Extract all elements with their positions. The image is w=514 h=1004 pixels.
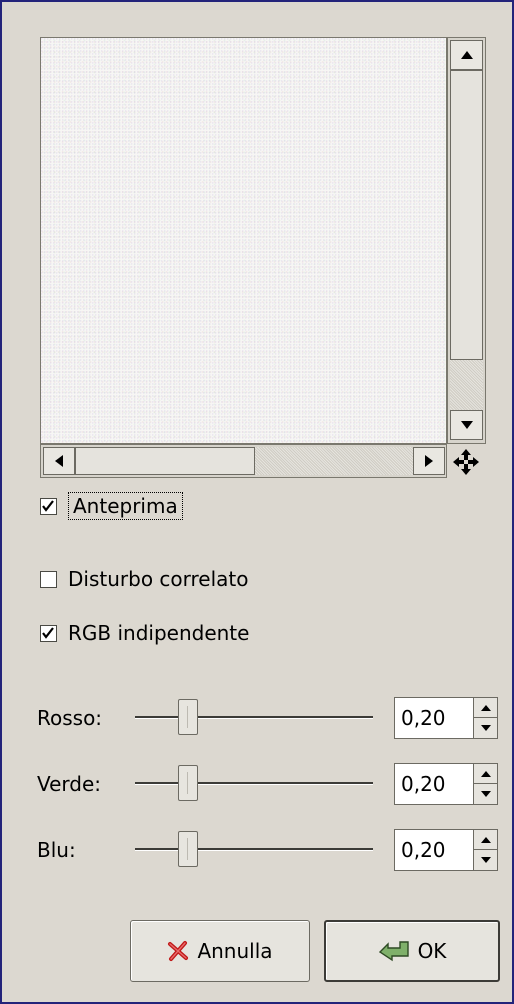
preview-label: Anteprima	[68, 492, 183, 520]
green-value[interactable]: 0,20	[401, 772, 446, 796]
arrow-left-icon	[55, 455, 63, 467]
vertical-scroll-thumb[interactable]	[450, 70, 483, 360]
green-increment-button[interactable]	[474, 764, 497, 784]
red-x-icon	[167, 940, 189, 962]
ok-button[interactable]: OK	[324, 920, 500, 982]
red-decrement-button[interactable]	[474, 718, 497, 738]
arrow-up-icon	[460, 51, 473, 59]
green-ok-icon	[378, 938, 410, 964]
red-increment-button[interactable]	[474, 698, 497, 718]
green-decrement-button[interactable]	[474, 784, 497, 804]
vertical-scroll-trough[interactable]	[450, 360, 483, 410]
blue-label: Blu:	[37, 838, 76, 862]
red-spin-field[interactable]: 0,20	[394, 697, 498, 739]
preview-canvas[interactable]	[40, 37, 447, 444]
arrow-down-icon	[480, 791, 491, 797]
scroll-down-button[interactable]	[450, 410, 483, 440]
arrow-up-icon	[480, 836, 491, 843]
preview-checkbox[interactable]	[40, 497, 57, 515]
arrow-down-icon	[480, 857, 491, 863]
dialog-window: Anteprima Disturbo correlato RGB indipen…	[0, 0, 514, 1004]
blue-slider-track[interactable]	[135, 848, 373, 851]
correlated-noise-toggle[interactable]: Disturbo correlato	[40, 567, 249, 591]
arrow-up-icon	[480, 770, 491, 777]
arrow-right-icon	[425, 455, 433, 467]
cancel-label: Annulla	[197, 939, 273, 963]
vertical-scrollbar[interactable]	[447, 37, 486, 444]
green-slider-thumb[interactable]	[178, 765, 198, 801]
blue-decrement-button[interactable]	[474, 850, 497, 870]
green-spin-field[interactable]: 0,20	[394, 763, 498, 805]
blue-increment-button[interactable]	[474, 830, 497, 850]
arrow-down-icon	[480, 725, 491, 731]
red-slider-thumb[interactable]	[178, 699, 198, 735]
correlated-noise-checkbox[interactable]	[40, 570, 57, 588]
green-spin-buttons[interactable]	[473, 764, 497, 804]
blue-value[interactable]: 0,20	[401, 838, 446, 862]
blue-spin-buttons[interactable]	[473, 830, 497, 870]
correlated-noise-label: Disturbo correlato	[68, 567, 249, 591]
arrow-down-icon	[460, 421, 473, 429]
independent-rgb-checkbox[interactable]	[40, 624, 57, 642]
red-label: Rosso:	[37, 706, 103, 730]
independent-rgb-label: RGB indipendente	[68, 621, 250, 645]
horizontal-scroll-thumb[interactable]	[75, 447, 255, 475]
ok-label: OK	[417, 939, 447, 963]
move-arrows-icon[interactable]	[451, 448, 481, 476]
red-slider-track[interactable]	[135, 716, 373, 719]
red-spin-buttons[interactable]	[473, 698, 497, 738]
blue-slider-thumb[interactable]	[178, 831, 198, 867]
blue-spin-field[interactable]: 0,20	[394, 829, 498, 871]
horizontal-scroll-trough[interactable]	[255, 447, 415, 475]
green-label: Verde:	[37, 772, 102, 796]
horizontal-scrollbar[interactable]	[40, 444, 447, 478]
scroll-right-button[interactable]	[413, 447, 445, 475]
arrow-up-icon	[480, 704, 491, 711]
scroll-up-button[interactable]	[450, 40, 483, 70]
cancel-button[interactable]: Annulla	[130, 920, 310, 982]
preview-toggle[interactable]: Anteprima	[40, 492, 183, 520]
green-slider-track[interactable]	[135, 782, 373, 785]
scroll-left-button[interactable]	[43, 447, 75, 475]
independent-rgb-toggle[interactable]: RGB indipendente	[40, 621, 249, 645]
red-value[interactable]: 0,20	[401, 706, 446, 730]
